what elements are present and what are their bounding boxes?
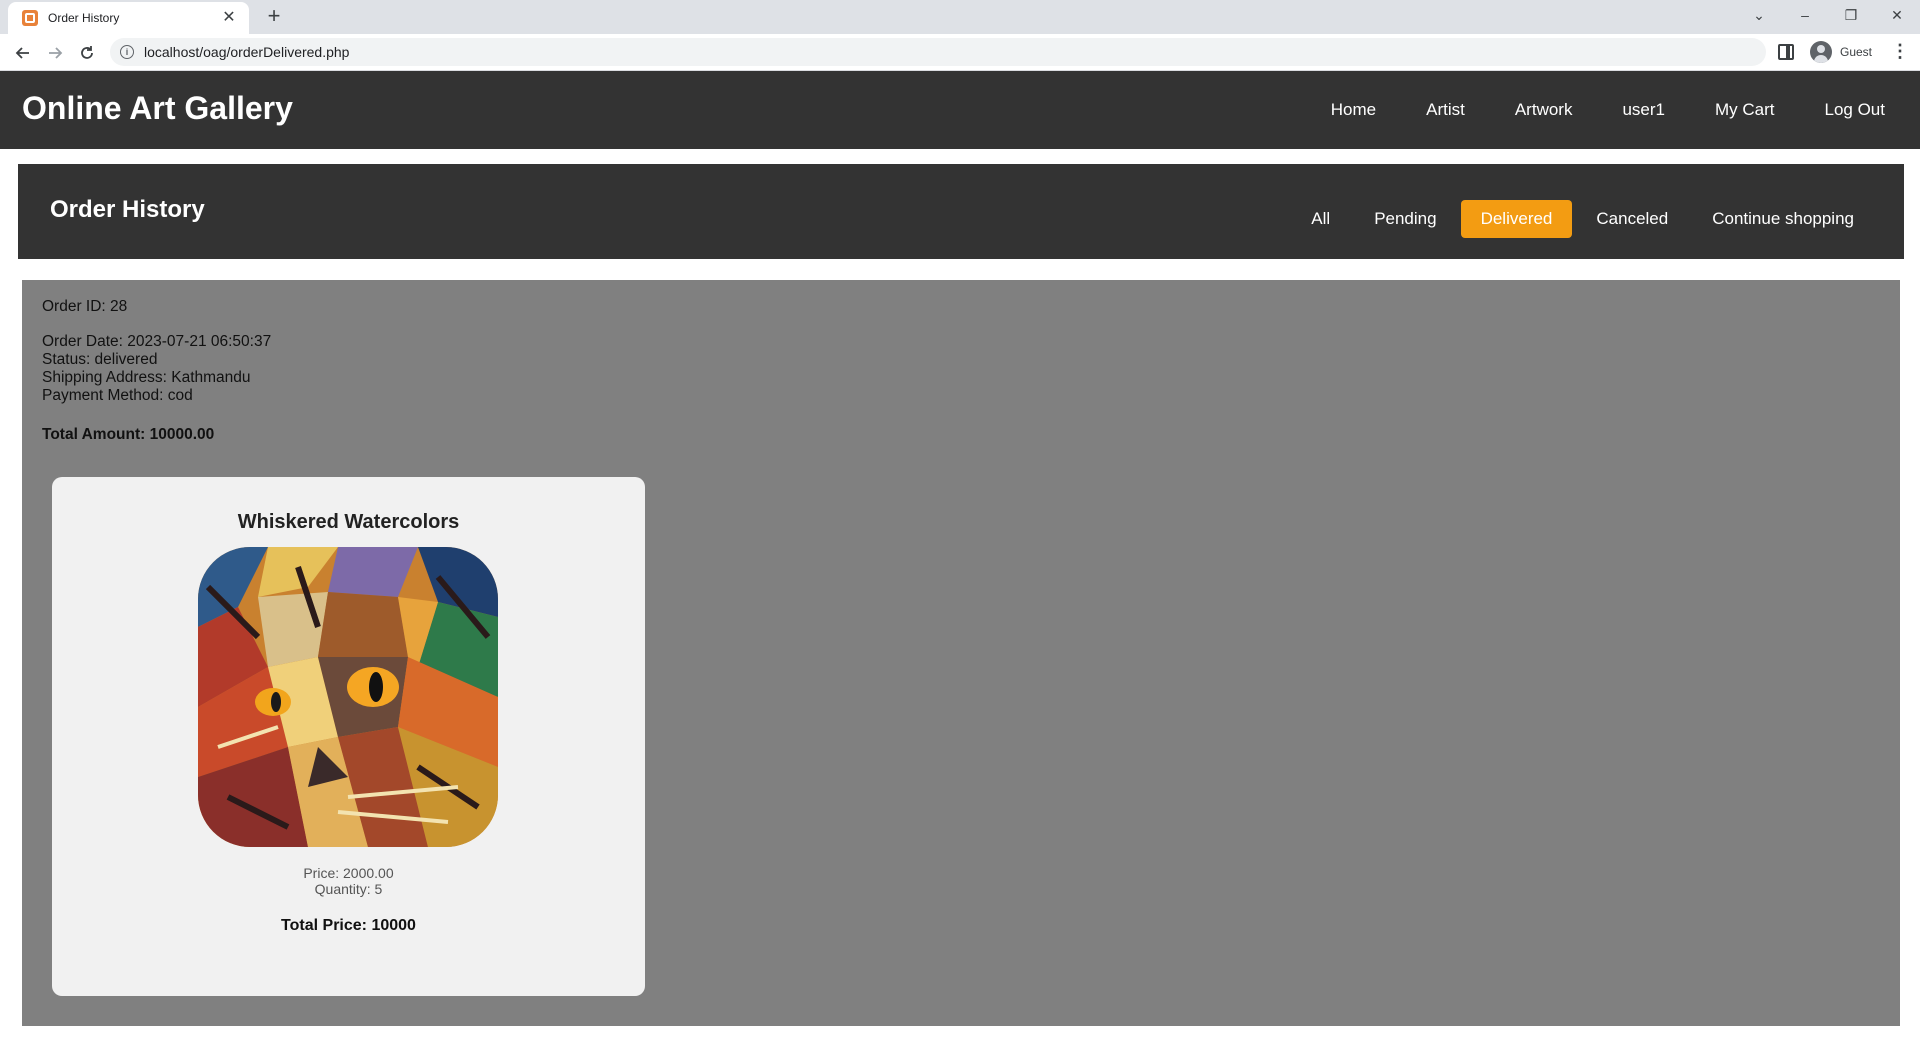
profile-button[interactable]: Guest [1806, 39, 1878, 65]
page-title: Order History [50, 196, 205, 223]
order-status: Status: delivered [42, 351, 158, 368]
tab-canceled[interactable]: Canceled [1576, 200, 1688, 238]
browser-toolbar: i localhost/oag/orderDelivered.php Guest… [0, 34, 1920, 71]
close-window-button[interactable]: ✕ [1874, 0, 1920, 30]
nav-log-out[interactable]: Log Out [1800, 100, 1911, 120]
order-id: Order ID: 28 [42, 298, 128, 315]
side-panel-icon[interactable] [1778, 44, 1794, 60]
main-nav: Home Artist Artwork user1 My Cart Log Ou… [1306, 71, 1910, 149]
browser-tab[interactable]: Order History ✕ [8, 2, 249, 34]
avatar-icon [1810, 41, 1832, 63]
restore-button[interactable]: ❐ [1828, 0, 1874, 30]
new-tab-button[interactable]: + [262, 5, 286, 29]
tab-title: Order History [48, 11, 120, 25]
url-text: localhost/oag/orderDelivered.php [144, 44, 350, 60]
item-price: Price: 2000.00 [303, 865, 394, 881]
order-item-card: Whiskered Watercolors Price: 2000.00 Qua… [52, 477, 645, 996]
tab-pending[interactable]: Pending [1354, 200, 1456, 238]
nav-artwork[interactable]: Artwork [1490, 100, 1598, 120]
site-header: Online Art Gallery Home Artist Artwork u… [0, 71, 1920, 149]
minimize-button[interactable]: – [1782, 0, 1828, 30]
artwork-image [198, 547, 498, 847]
item-total-price: Total Price: 10000 [281, 917, 416, 934]
payment-method: Payment Method: cod [42, 387, 193, 404]
tab-delivered[interactable]: Delivered [1460, 200, 1573, 238]
site-title[interactable]: Online Art Gallery [22, 90, 293, 127]
shipping-address: Shipping Address: Kathmandu [42, 369, 251, 386]
nav-user[interactable]: user1 [1597, 100, 1690, 120]
address-bar[interactable]: i localhost/oag/orderDelivered.php [110, 38, 1766, 66]
item-quantity: Quantity: 5 [314, 881, 383, 897]
order-filter-tabs: All Pending Delivered Canceled Continue … [1287, 200, 1874, 238]
order-history-bar: Order History All Pending Delivered Canc… [18, 164, 1904, 259]
site-info-icon[interactable]: i [120, 45, 134, 59]
tab-all[interactable]: All [1291, 200, 1350, 238]
order-total-amount: Total Amount: 10000.00 [42, 426, 215, 443]
xampp-favicon-icon [22, 10, 38, 26]
profile-label: Guest [1840, 45, 1873, 59]
nav-my-cart[interactable]: My Cart [1690, 100, 1800, 120]
order-details: Order ID: 28 Order Date: 2023-07-21 06:5… [42, 298, 271, 444]
nav-home[interactable]: Home [1306, 100, 1401, 120]
browser-tabstrip: Order History ✕ + ⌄ – ❐ ✕ [0, 0, 1920, 34]
tab-close-icon[interactable]: ✕ [219, 8, 239, 28]
continue-shopping-link[interactable]: Continue shopping [1692, 200, 1874, 238]
tab-search-icon[interactable]: ⌄ [1736, 0, 1782, 30]
artwork-title: Whiskered Watercolors [237, 511, 460, 533]
order-date: Order Date: 2023-07-21 06:50:37 [42, 333, 272, 350]
nav-artist[interactable]: Artist [1401, 100, 1490, 120]
reload-icon[interactable] [74, 40, 100, 66]
back-icon[interactable] [10, 40, 36, 66]
forward-icon[interactable] [42, 40, 68, 66]
orders-panel: Order ID: 28 Order Date: 2023-07-21 06:5… [22, 280, 1900, 1026]
browser-menu-icon[interactable]: ⋮ [1890, 42, 1910, 62]
